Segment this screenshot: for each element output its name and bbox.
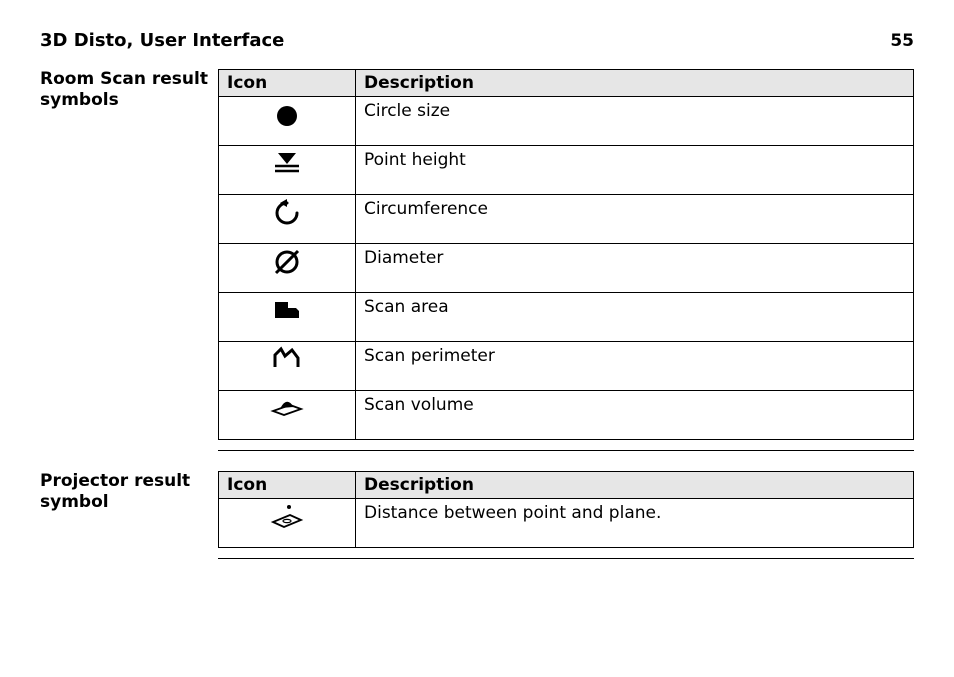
table-header-row: Icon Description — [219, 472, 914, 499]
circle-size-icon — [227, 101, 347, 131]
icon-cell — [219, 293, 356, 342]
circumference-icon — [227, 199, 347, 227]
desc-cell: Circle size — [356, 97, 914, 146]
icon-cell — [219, 342, 356, 391]
section-label: Room Scan result symbols — [40, 69, 218, 112]
table-row: Point height — [219, 146, 914, 195]
desc-cell: Diameter — [356, 244, 914, 293]
section-projector: Projector result symbol Icon Description — [40, 471, 914, 559]
scan-area-icon — [227, 297, 347, 321]
col-icon: Icon — [219, 472, 356, 499]
scan-volume-icon — [227, 395, 347, 417]
section-bottom-rule — [218, 450, 914, 451]
distance-point-plane-icon — [227, 503, 347, 529]
page-number: 55 — [890, 31, 914, 51]
icon-cell — [219, 391, 356, 440]
page: 3D Disto, User Interface 55 Room Scan re… — [0, 0, 954, 677]
scan-perimeter-icon — [227, 346, 347, 370]
point-height-icon — [227, 150, 347, 174]
desc-cell: Circumference — [356, 195, 914, 244]
icon-cell — [219, 146, 356, 195]
table-row: Distance between point and plane. — [219, 499, 914, 548]
section-body: Icon Description — [218, 69, 914, 451]
col-desc: Description — [356, 70, 914, 97]
col-desc: Description — [356, 472, 914, 499]
section-room-scan: Room Scan result symbols Icon Descriptio… — [40, 69, 914, 451]
icon-cell — [219, 244, 356, 293]
page-header: 3D Disto, User Interface 55 — [40, 30, 914, 57]
projector-table: Icon Description — [218, 471, 914, 548]
table-header-row: Icon Description — [219, 70, 914, 97]
desc-cell: Distance between point and plane. — [356, 499, 914, 548]
table-row: Scan volume — [219, 391, 914, 440]
col-icon: Icon — [219, 70, 356, 97]
section-label: Projector result symbol — [40, 471, 218, 514]
table-row: Circle size — [219, 97, 914, 146]
icon-cell — [219, 97, 356, 146]
icon-cell — [219, 499, 356, 548]
desc-cell: Scan area — [356, 293, 914, 342]
desc-cell: Point height — [356, 146, 914, 195]
diameter-icon — [227, 248, 347, 276]
section-bottom-rule — [218, 558, 914, 559]
table-row: Scan perimeter — [219, 342, 914, 391]
header-title: 3D Disto, User Interface — [40, 30, 284, 51]
section-body: Icon Description — [218, 471, 914, 559]
table-row: Diameter — [219, 244, 914, 293]
icon-cell — [219, 195, 356, 244]
desc-cell: Scan volume — [356, 391, 914, 440]
table-row: Scan area — [219, 293, 914, 342]
room-scan-table: Icon Description — [218, 69, 914, 440]
table-row: Circumference — [219, 195, 914, 244]
desc-cell: Scan perimeter — [356, 342, 914, 391]
